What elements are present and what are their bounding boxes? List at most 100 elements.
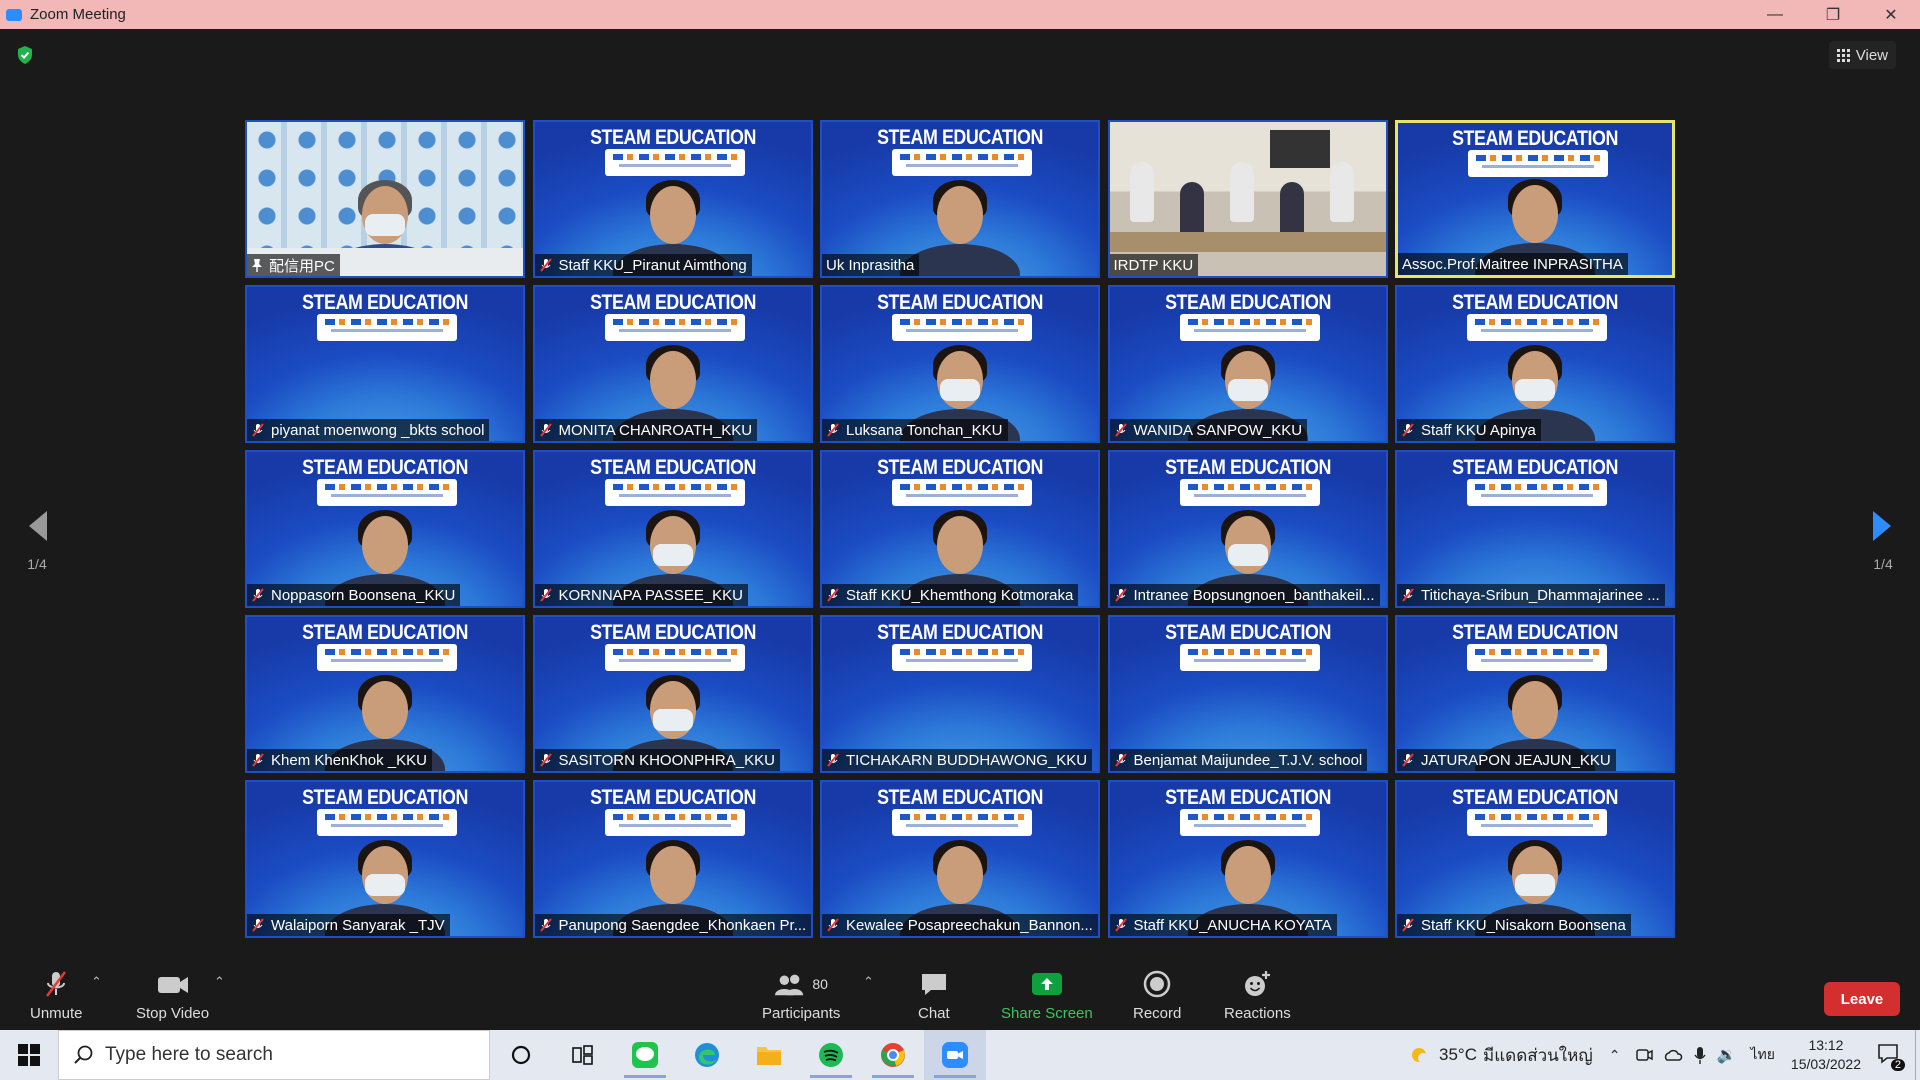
participant-tile[interactable]: STEAM EDUCATION Noppasorn Boonsena_KKU — [245, 450, 525, 608]
taskbar-search-box[interactable]: Type here to search — [58, 1030, 490, 1080]
notification-center-button[interactable]: 2 — [1877, 1042, 1905, 1071]
event-banner-logos — [604, 809, 745, 836]
mic-off-icon — [1114, 918, 1127, 932]
volume-speaker-icon[interactable]: 🔉 — [1717, 1045, 1737, 1065]
leave-button[interactable]: Leave — [1824, 982, 1900, 1016]
participant-name-label: Kewalee Posapreechakun_Bannon... — [822, 914, 1098, 936]
mic-off-icon — [539, 753, 552, 767]
reactions-button[interactable]: Reactions — [1224, 969, 1291, 1022]
event-banner-logos — [892, 314, 1032, 341]
weather-temp[interactable]: 35°C — [1439, 1045, 1477, 1065]
onedrive-cloud-icon[interactable] — [1663, 1046, 1683, 1064]
mic-off-icon — [539, 423, 552, 437]
chrome-button[interactable] — [862, 1030, 924, 1080]
cortana-button[interactable] — [490, 1030, 552, 1080]
taskbar-clock[interactable]: 13:12 15/03/2022 — [1791, 1036, 1861, 1074]
participant-tile[interactable]: STEAM EDUCATION Walaiporn Sanyarak _TJV — [245, 780, 525, 938]
start-button[interactable] — [0, 1030, 58, 1080]
participant-name: SASITORN KHOONPHRA_KKU — [558, 751, 775, 769]
spotify-button[interactable] — [800, 1030, 862, 1080]
minimize-button[interactable]: — — [1746, 0, 1804, 29]
line-app-button[interactable] — [614, 1030, 676, 1080]
mic-off-icon — [1402, 918, 1414, 932]
participant-tile[interactable]: STEAM EDUCATION Titichaya-Sribun_Dhammaja… — [1395, 450, 1675, 608]
participant-name-label: JATURAPON JEAJUN_KKU — [1397, 749, 1616, 771]
mic-off-icon — [252, 918, 264, 932]
input-language[interactable]: ไทย — [1750, 1044, 1774, 1066]
participant-tile[interactable]: STEAM EDUCATION Luksana Tonchan_KKU — [820, 285, 1100, 443]
steam-banner-text: STEAM EDUCATION — [302, 456, 468, 479]
encryption-shield-icon[interactable] — [16, 45, 34, 65]
participant-name: KORNNAPA PASSEE_KKU — [558, 586, 744, 604]
participant-name: 配信用PC — [269, 257, 335, 275]
event-banner-logos — [1179, 314, 1320, 341]
previous-page-button[interactable]: 1/4 — [17, 509, 57, 579]
participant-tile[interactable]: STEAM EDUCATION Uk Inprasitha — [820, 120, 1100, 278]
participant-tile[interactable]: STEAM EDUCATION KORNNAPA PASSEE_KKU — [532, 450, 813, 608]
edge-browser-button[interactable] — [676, 1030, 738, 1080]
participant-name-label: Luksana Tonchan_KKU — [822, 419, 1008, 441]
participant-tile[interactable]: STEAM EDUCATION Benjamat Maijundee_T.J.V.… — [1107, 615, 1388, 773]
participant-tile[interactable]: STEAM EDUCATION MONITA CHANROATH_KKU — [532, 285, 813, 443]
participant-tile[interactable]: STEAM EDUCATION Kewalee Posapreechakun_Ba… — [820, 780, 1100, 938]
participant-name-label: WANIDA SANPOW_KKU — [1109, 419, 1308, 441]
participant-tile[interactable]: STEAM EDUCATION Assoc.Prof.Maitree INPRAS… — [1395, 120, 1675, 278]
participant-tile[interactable]: STEAM EDUCATION Staff KKU_Piranut Aimthon… — [532, 120, 813, 278]
task-view-button[interactable] — [552, 1030, 614, 1080]
record-icon — [1143, 970, 1171, 998]
window-title: Zoom Meeting — [30, 6, 126, 23]
chat-button[interactable]: Chat — [918, 969, 950, 1022]
participants-button[interactable]: 80 Participants — [762, 969, 840, 1022]
weather-description[interactable]: มีแดดส่วนใหญ่ — [1483, 1042, 1593, 1069]
stop-video-button[interactable]: Stop Video — [136, 969, 209, 1022]
close-button[interactable]: ✕ — [1862, 0, 1920, 29]
participant-tile[interactable]: STEAM EDUCATION Staff KKU_Khemthong Kotmo… — [820, 450, 1100, 608]
unmute-button[interactable]: Unmute — [30, 969, 83, 1022]
participant-name: MONITA CHANROATH_KKU — [558, 421, 753, 439]
participant-tile[interactable]: STEAM EDUCATION SASITORN KHOONPHRA_KKU — [532, 615, 813, 773]
participant-name-label: Staff KKU_Piranut Aimthong — [534, 254, 752, 276]
view-button[interactable]: View — [1828, 41, 1896, 69]
zoom-app-icon — [942, 1042, 968, 1068]
steam-banner-text: STEAM EDUCATION — [589, 126, 756, 149]
record-button[interactable]: Record — [1133, 969, 1181, 1022]
participants-options-caret[interactable]: ⌃ — [863, 974, 874, 990]
share-screen-button[interactable]: Share Screen — [1001, 969, 1093, 1022]
meet-now-icon[interactable] — [1635, 1046, 1653, 1064]
steam-banner-text: STEAM EDUCATION — [1452, 786, 1618, 809]
video-options-caret[interactable]: ⌃ — [214, 974, 225, 990]
next-page-button[interactable]: 1/4 — [1863, 509, 1903, 579]
participant-tile[interactable]: STEAM EDUCATION Panupong Saengdee_Khonkae… — [532, 780, 813, 938]
mic-off-icon — [539, 588, 552, 602]
zoom-taskbar-button[interactable] — [924, 1030, 986, 1080]
microphone-icon[interactable] — [1693, 1045, 1707, 1065]
participant-tile[interactable]: STEAM EDUCATION piyanat moenwong _bkts sc… — [245, 285, 525, 443]
event-banner-logos — [604, 479, 745, 506]
participant-tile[interactable]: STEAM EDUCATION Intranee Bopsungnoen_bant… — [1107, 450, 1388, 608]
participant-tile[interactable]: STEAM EDUCATION TICHAKARN BUDDHAWONG_KKU — [820, 615, 1100, 773]
participant-tile[interactable]: STEAM EDUCATION Staff KKU_ANUCHA KOYATA — [1107, 780, 1388, 938]
show-hidden-icons-chevron-icon[interactable]: ⌃ — [1609, 1047, 1621, 1064]
participant-name: Staff KKU_ANUCHA KOYATA — [1133, 916, 1332, 934]
participant-tile[interactable]: STEAM EDUCATION Staff KKU Apinya — [1395, 285, 1675, 443]
participant-tile[interactable]: IRDTP KKU — [1107, 120, 1388, 278]
search-placeholder: Type here to search — [105, 1044, 273, 1065]
restore-button[interactable]: ❐ — [1804, 0, 1862, 29]
show-desktop-button[interactable] — [1915, 1030, 1920, 1080]
event-banner-logos — [892, 644, 1032, 671]
share-screen-icon — [1031, 973, 1062, 995]
title-bar: Zoom Meeting — ❐ ✕ — [0, 0, 1920, 29]
participant-tile[interactable]: STEAM EDUCATION JATURAPON JEAJUN_KKU — [1395, 615, 1675, 773]
meeting-toolbar: Unmute ⌃ Stop Video ⌃ 80 Participants ⌃ … — [0, 952, 1920, 1030]
participant-tile[interactable]: STEAM EDUCATION Staff KKU_Nisakorn Boonse… — [1395, 780, 1675, 938]
participant-tile[interactable]: STEAM EDUCATION Khem KhenKhok _KKU — [245, 615, 525, 773]
mic-off-icon — [827, 423, 839, 437]
participant-name-label: piyanat moenwong _bkts school — [247, 419, 490, 441]
audio-options-caret[interactable]: ⌃ — [91, 974, 102, 990]
steam-banner-text: STEAM EDUCATION — [1452, 291, 1618, 314]
participant-tile[interactable]: 配信用PC — [245, 120, 525, 278]
edge-browser-icon — [695, 1043, 719, 1067]
windows-taskbar: Type here to search 35°C มีแดดส่วนใหญ่ ⌃… — [0, 1030, 1920, 1080]
participant-tile[interactable]: STEAM EDUCATION WANIDA SANPOW_KKU — [1107, 285, 1388, 443]
file-explorer-button[interactable] — [738, 1030, 800, 1080]
